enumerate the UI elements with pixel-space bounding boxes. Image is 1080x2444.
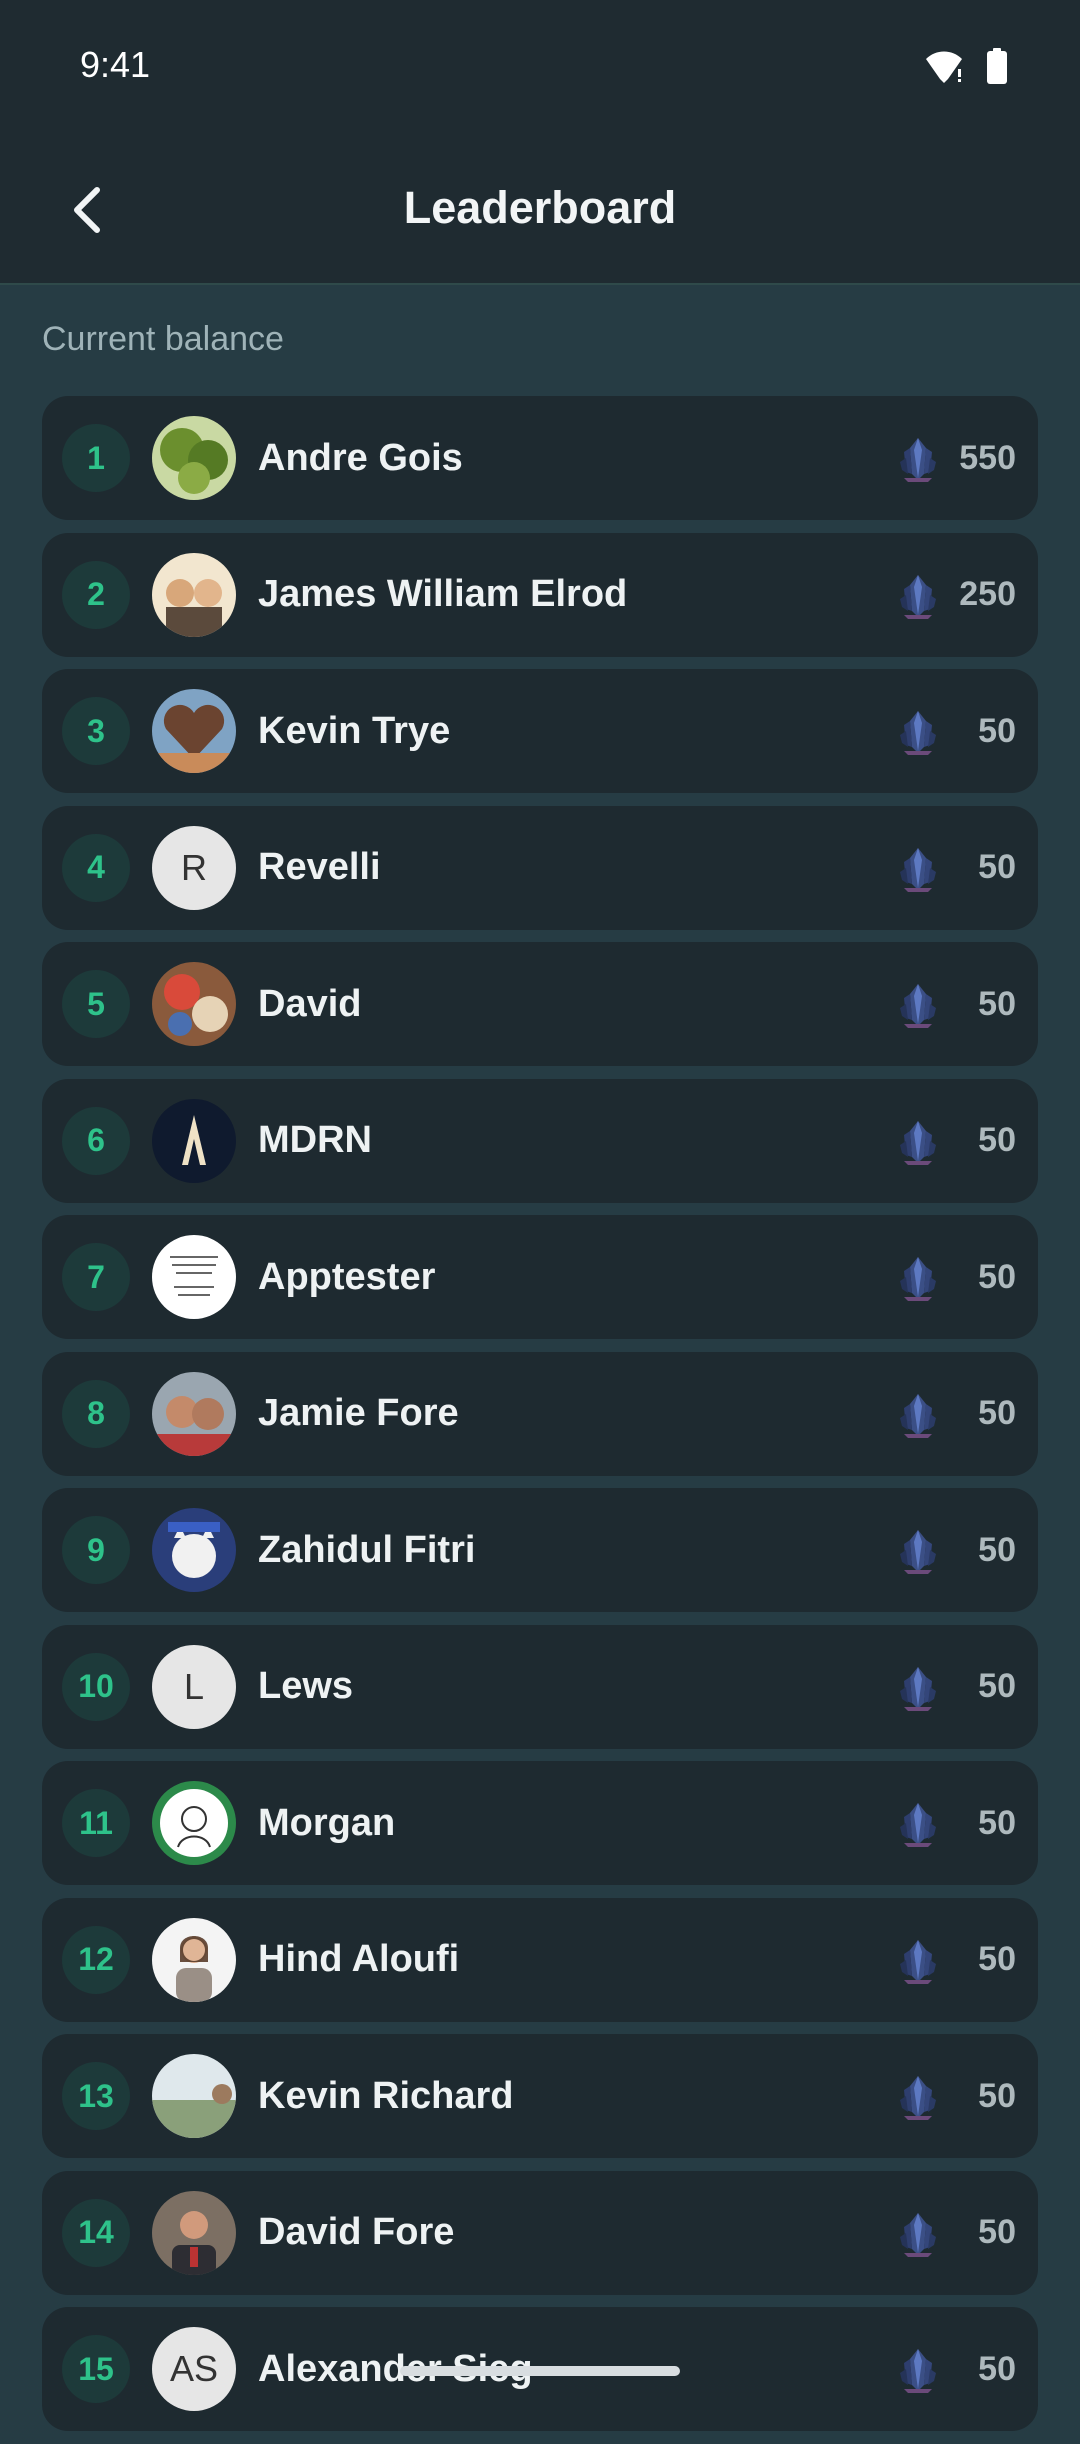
player-name: Zahidul Fitri [258,1528,476,1571]
crystal-gem-icon [894,434,942,482]
leaderboard-row[interactable]: 4 R Revelli 50 [42,805,1038,930]
avatar [152,416,236,500]
leaderboard-row[interactable]: 9 Zahidul Fitri 50 [42,1488,1038,1612]
avatar: L [152,1644,236,1729]
crystal-gem-icon [894,1253,942,1301]
rank-badge: 2 [62,560,130,629]
score-value: 50 [978,1667,1016,1705]
crystal-gem-icon [894,1799,942,1847]
player-name: Andre Gois [258,436,463,479]
rank-badge: 1 [62,424,130,492]
leaderboard-row[interactable]: 6 MDRN 50 [42,1078,1038,1203]
crystal-gem-icon [894,1117,942,1165]
avatar [152,2190,236,2275]
leaderboard-row[interactable]: 7 Apptester 50 [42,1215,1038,1339]
leaderboard-row[interactable]: 3 Kevin Trye 50 [42,669,1038,793]
score-value: 50 [978,1803,1016,1842]
score-value: 50 [978,711,1016,750]
rank-badge: 15 [62,2335,130,2403]
leaderboard-list: 1 Andre Gois 550 2 James William Elrod 250 3 Ke… [42,396,1038,2444]
score-value: 50 [978,1121,1016,1159]
leaderboard-row[interactable]: 12 Hind Aloufi 50 [42,1897,1038,2022]
page-title: Leaderboard [403,182,677,233]
status-icons [924,48,1008,89]
player-name: Kevin Richard [258,2074,514,2117]
avatar [152,1508,236,1592]
rank-badge: 4 [62,833,130,902]
rank-badge: 5 [62,970,130,1038]
battery-icon [986,48,1008,89]
wifi-icon [924,49,964,88]
score-value: 50 [978,2076,1016,2115]
player-name: Kevin Trye [258,709,451,752]
leaderboard-row[interactable]: 2 James William Elrod 250 [42,532,1038,657]
app-header: 9:41 Leaderboard [0,0,1080,285]
avatar [152,962,236,1046]
player-name: James William Elrod [258,573,628,615]
crystal-gem-icon [894,1526,942,1574]
crystal-gem-icon [894,980,942,1028]
avatar [152,1235,236,1319]
score-value: 50 [978,984,1016,1023]
crystal-gem-icon [894,707,942,755]
crystal-gem-icon [894,571,942,619]
rank-badge: 11 [62,1789,130,1857]
leaderboard-row[interactable]: 8 Jamie Fore 50 [42,1351,1038,1476]
avatar [152,1098,236,1183]
score-value: 50 [978,1394,1016,1432]
score-value: 50 [978,848,1016,886]
status-time: 9:41 [80,44,151,85]
player-name: MDRN [258,1119,372,1161]
crystal-gem-icon [894,2072,942,2120]
player-name: Hind Aloufi [258,1938,460,1980]
avatar [152,552,236,637]
avatar [152,2054,236,2138]
crystal-gem-icon [894,1390,942,1438]
rank-badge: 7 [62,1243,130,1311]
crystal-gem-icon [894,1663,942,1711]
crystal-gem-icon [894,2345,942,2393]
score-value: 50 [978,2213,1016,2251]
player-name: David Fore [258,2211,455,2253]
score-value: 50 [978,1530,1016,1569]
score-value: 50 [978,1257,1016,1296]
player-name: Jamie Fore [258,1392,459,1434]
score-value: 50 [978,2349,1016,2388]
leaderboard-row[interactable]: 14 David Fore 50 [42,2170,1038,2295]
leaderboard-row[interactable]: 1 Andre Gois 550 [42,396,1038,520]
rank-badge: 12 [62,1925,130,1994]
leaderboard-row[interactable]: 13 Kevin Richard 50 [42,2034,1038,2158]
avatar [152,1781,236,1865]
avatar: R [152,825,236,910]
score-value: 50 [978,1940,1016,1978]
rank-badge: 14 [62,2198,130,2267]
home-indicator[interactable] [400,2366,680,2376]
rank-badge: 8 [62,1379,130,1448]
leaderboard-row[interactable]: 10 L Lews 50 [42,1624,1038,1749]
leaderboard-row[interactable]: 5 David 50 [42,942,1038,1066]
rank-badge: 6 [62,1106,130,1175]
score-value: 550 [959,438,1016,477]
player-name: Apptester [258,1255,436,1298]
rank-badge: 9 [62,1516,130,1584]
rank-badge: 10 [62,1652,130,1721]
avatar [152,689,236,773]
leaderboard-row[interactable]: 11 Morgan 50 [42,1761,1038,1885]
score-value: 250 [959,575,1016,613]
crystal-gem-icon [894,844,942,892]
player-name: Morgan [258,1801,396,1844]
player-name: Revelli [258,846,381,888]
crystal-gem-icon [894,1936,942,1984]
crystal-gem-icon [894,2209,942,2257]
section-label: Current balance [42,320,284,358]
player-name: David [258,982,362,1025]
rank-badge: 3 [62,697,130,765]
avatar [152,1917,236,2002]
rank-badge: 13 [62,2062,130,2130]
avatar [152,1371,236,1456]
avatar: AS [152,2327,236,2411]
player-name: Lews [258,1665,354,1707]
